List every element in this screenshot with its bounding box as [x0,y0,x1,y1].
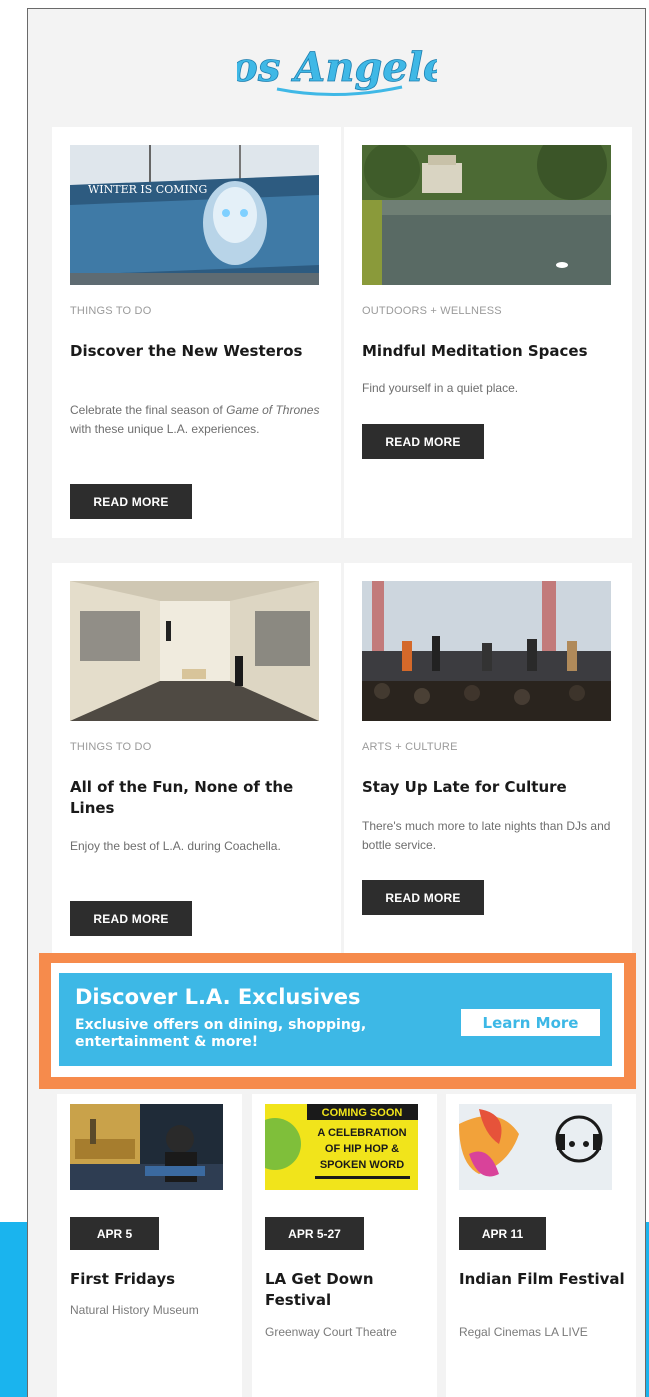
event-date-badge: APR 11 [459,1217,546,1250]
learn-more-button[interactable]: Learn More [461,1009,600,1036]
article-card-culture: ARTS + CULTURE Stay Up Late for Culture … [344,563,632,953]
event-card-first-fridays: APR 5 First Fridays Natural History Muse… [57,1094,242,1397]
desc-text: Celebrate the final season of [70,403,227,417]
film-festival-art-image[interactable] [459,1104,612,1190]
article-title[interactable]: Stay Up Late for Culture [362,777,618,798]
photo-gallery-image[interactable] [70,581,319,721]
read-more-button[interactable]: READ MORE [70,901,192,936]
article-card-westeros: WINTER IS COMING THINGS TO DO Discover t… [52,127,341,538]
event-venue: Regal Cinemas LA LIVE [459,1325,588,1339]
article-category: THINGS TO DO [70,305,152,317]
event-title[interactable]: First Fridays [70,1269,234,1290]
article-description: Find yourself in a quiet place. [362,381,519,395]
poster-text: SPOKEN WORD [320,1159,404,1171]
newsletter-frame: Los Angeles WINTER IS COMING THINGS TO D… [27,8,646,1397]
article-category: THINGS TO DO [70,741,152,753]
article-category: OUTDOORS + WELLNESS [362,305,502,317]
article-description: Enjoy the best of L.A. during Coachella. [70,839,281,853]
event-date-badge: APR 5 [70,1217,159,1250]
dj-museum-image[interactable] [70,1104,223,1190]
promo-headline: Discover L.A. Exclusives [75,985,361,1009]
article-card-meditation: OUTDOORS + WELLNESS Mindful Meditation S… [344,127,632,538]
event-title[interactable]: Indian Film Festival [459,1269,628,1290]
promo-subtext: Exclusive offers on dining, shopping, en… [75,1017,367,1050]
poster-text: OF HIP HOP & [325,1143,399,1155]
desc-text: with these unique L.A. experiences. [70,422,260,436]
game-of-thrones-mural-image[interactable]: WINTER IS COMING [70,145,319,285]
article-category: ARTS + CULTURE [362,741,458,753]
article-title[interactable]: All of the Fun, None of the Lines [70,777,327,819]
hip-hop-poster-image[interactable]: COMING SOON A CELEBRATION OF HIP HOP & S… [265,1104,418,1190]
read-more-button[interactable]: READ MORE [70,484,192,519]
poster-text: A CELEBRATION [317,1127,406,1139]
poster-text: COMING SOON [322,1107,403,1119]
event-card-indian-film-festival: APR 11 Indian Film Festival Regal Cinema… [446,1094,636,1397]
event-venue: Greenway Court Theatre [265,1325,397,1339]
discover-la-exclusives-banner[interactable]: Discover L.A. Exclusives Exclusive offer… [59,973,612,1066]
los-angeles-logo[interactable]: Los Angeles [28,29,645,109]
lake-shrine-image[interactable] [362,145,611,285]
event-card-la-get-down: COMING SOON A CELEBRATION OF HIP HOP & S… [252,1094,437,1397]
event-title[interactable]: LA Get Down Festival [265,1269,429,1311]
article-title[interactable]: Mindful Meditation Spaces [362,341,618,362]
event-venue: Natural History Museum [70,1303,199,1317]
article-title[interactable]: Discover the New Westeros [70,341,327,362]
concert-image[interactable] [362,581,611,721]
article-description: There's much more to late nights than DJ… [362,819,611,852]
read-more-button[interactable]: READ MORE [362,424,484,459]
read-more-button[interactable]: READ MORE [362,880,484,915]
desc-emphasis: Game of Thrones [226,403,320,417]
mural-text: WINTER IS COMING [88,183,207,196]
background-blue-band-left [0,1222,30,1397]
event-date-badge: APR 5-27 [265,1217,364,1250]
article-card-coachella: THINGS TO DO All of the Fun, None of the… [52,563,341,953]
article-description: Celebrate the final season of Game of Th… [70,401,325,439]
logo-text: Los Angeles [237,44,437,91]
